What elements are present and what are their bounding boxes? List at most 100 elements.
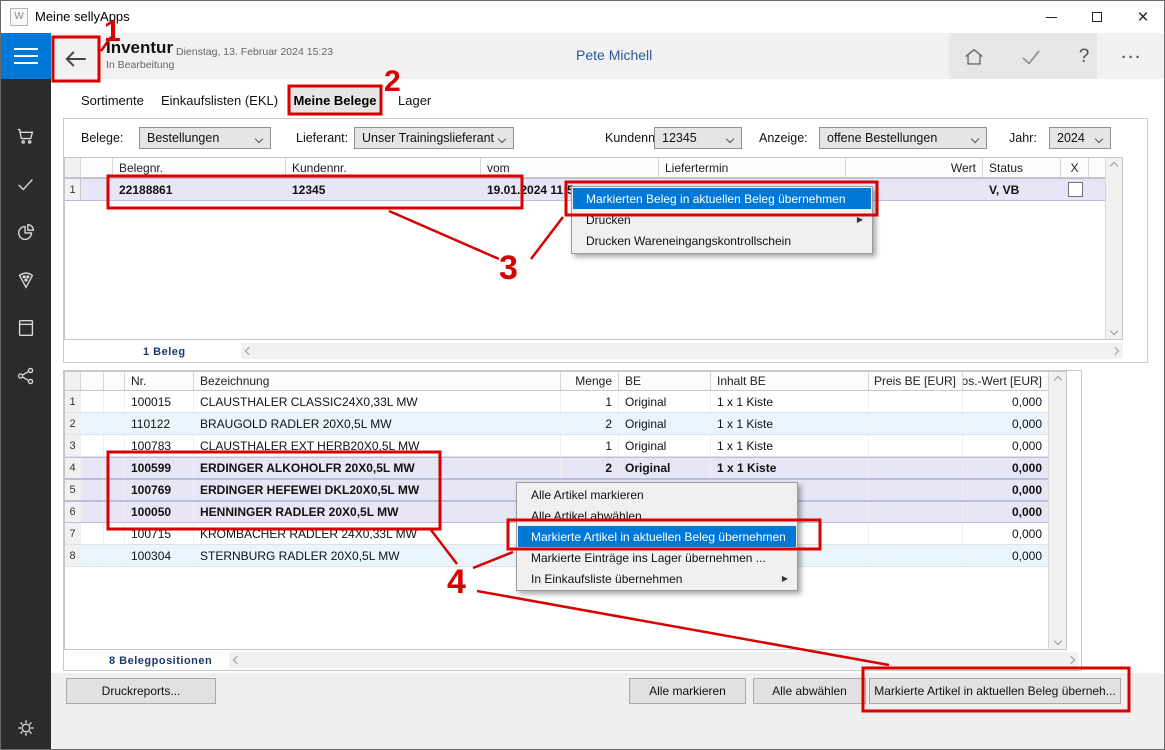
scroll-down-icon[interactable] <box>1053 637 1061 645</box>
col-kundennr[interactable]: Kundennr. <box>286 158 481 177</box>
menu-item-artikel-uebernehmen[interactable]: Markierte Artikel in aktuellen Beleg übe… <box>518 526 796 547</box>
cell-nr: 100769 <box>125 480 194 500</box>
app-window: W Meine sellyApps × In <box>0 0 1165 750</box>
tab-lager[interactable]: Lager <box>398 93 431 108</box>
cart-icon[interactable] <box>15 125 37 147</box>
cell-status: V, VB <box>983 179 1061 200</box>
page-title: Inventur <box>106 38 173 58</box>
cell-nr: 100783 <box>125 435 194 456</box>
minimize-button[interactable] <box>1028 1 1074 33</box>
chevron-down-icon <box>971 135 979 143</box>
book-icon[interactable] <box>15 317 37 339</box>
col-preis-be[interactable]: Preis BE [EUR] <box>869 372 963 390</box>
menu-item-drucken-wareneingang[interactable]: Drucken Wareneingangskontrollschein <box>573 231 871 252</box>
alle-markieren-button[interactable]: Alle markieren <box>629 678 746 704</box>
alle-abwaehlen-button[interactable]: Alle abwählen <box>753 678 866 704</box>
pizza-slice-icon[interactable] <box>15 269 37 291</box>
gear-icon[interactable] <box>15 717 37 739</box>
filter-belege-select[interactable]: Bestellungen <box>139 127 271 149</box>
menu-item-alle-markieren[interactable]: Alle Artikel markieren <box>518 484 796 505</box>
filter-anzeige-select[interactable]: offene Bestellungen <box>819 127 987 149</box>
cell-bezeichnung: ERDINGER ALKOHOLFR 20X0,5L MW <box>194 458 561 478</box>
col-wert[interactable]: Wert <box>846 158 983 177</box>
col-x[interactable]: X <box>1061 158 1089 177</box>
scroll-up-icon[interactable] <box>1110 162 1118 170</box>
menu-item-lager-uebernehmen[interactable]: Markierte Einträge ins Lager übernehmen … <box>518 547 796 568</box>
scroll-right-icon[interactable] <box>1067 656 1075 664</box>
filter-kundennr-select[interactable]: 12345 <box>654 127 742 149</box>
filter-lieferant-select[interactable]: Unser Trainingslieferant <box>354 127 514 149</box>
col-nr[interactable]: Nr. <box>125 372 194 390</box>
position-row-selected[interactable]: 4 100599 ERDINGER ALKOHOLFR 20X0,5L MW 2… <box>65 457 1066 479</box>
scroll-up-icon[interactable] <box>1053 376 1061 384</box>
row-number: 4 <box>65 458 81 478</box>
tab-sortimente[interactable]: Sortimente <box>81 93 144 108</box>
share-icon[interactable] <box>15 365 37 387</box>
beleg-context-menu: Markierten Beleg in aktuellen Beleg über… <box>571 186 873 254</box>
positionen-horizontal-scrollbar[interactable] <box>229 652 1079 668</box>
belege-horizontal-scrollbar[interactable] <box>241 343 1123 359</box>
scroll-left-icon[interactable] <box>245 347 253 355</box>
cell-preis <box>869 435 963 456</box>
filter-jahr-value: 2024 <box>1057 131 1085 145</box>
col-be[interactable]: BE <box>619 372 711 390</box>
menu-item-beleg-uebernehmen[interactable]: Markierten Beleg in aktuellen Beleg über… <box>573 188 871 209</box>
druckreports-button[interactable]: Druckreports... <box>66 678 216 704</box>
col-belegnr[interactable]: Belegnr. <box>113 158 286 177</box>
check-icon[interactable] <box>15 173 37 195</box>
tab-meine-belege[interactable]: Meine Belege <box>289 87 381 113</box>
col-liefertermin[interactable]: Liefertermin <box>659 158 846 177</box>
col-vom[interactable]: vom <box>481 158 659 177</box>
position-row[interactable]: 3 100783 CLAUSTHALER EXT HERB20X0,5L MW … <box>65 435 1066 457</box>
menu-item-label: Drucken <box>586 213 631 227</box>
cell-nr: 100050 <box>125 502 194 522</box>
cell-bezeichnung: CLAUSTHALER CLASSIC24X0,33L MW <box>194 391 561 412</box>
chevron-down-icon <box>726 135 734 143</box>
cell-be: Original <box>619 391 711 412</box>
col-inhalt-be[interactable]: Inhalt BE <box>711 372 869 390</box>
filter-kundennr-value: 12345 <box>662 131 697 145</box>
col-menge[interactable]: Menge <box>561 372 619 390</box>
position-row[interactable]: 1 100015 CLAUSTHALER CLASSIC24X0,33L MW … <box>65 391 1066 413</box>
confirm-check-icon[interactable] <box>1018 45 1044 69</box>
home-icon[interactable] <box>961 45 987 69</box>
uebernehmen-button[interactable]: Markierte Artikel in aktuellen Beleg übe… <box>869 678 1121 704</box>
scroll-down-icon[interactable] <box>1110 327 1118 335</box>
close-button[interactable]: × <box>1120 1 1165 33</box>
menu-item-einkaufsliste[interactable]: In Einkaufsliste übernehmen▶ <box>518 568 796 589</box>
positionen-vertical-scrollbar[interactable] <box>1048 372 1066 649</box>
belege-vertical-scrollbar[interactable] <box>1105 158 1122 339</box>
belege-table-header: Belegnr. Kundennr. vom Liefertermin Wert… <box>65 158 1122 178</box>
menu-item-drucken[interactable]: Drucken ▶ <box>573 209 871 230</box>
col-pos-wert[interactable]: Pos.-Wert [EUR] <box>963 372 1049 390</box>
col-bezeichnung[interactable]: Bezeichnung <box>194 372 561 390</box>
cell-bezeichnung: KROMBACHER RADLER 24X0,33L MW <box>194 523 561 544</box>
cell-preis <box>869 502 963 522</box>
menu-item-alle-abwaehlen[interactable]: Alle Artikel abwählen <box>518 505 796 526</box>
scroll-right-icon[interactable] <box>1111 347 1119 355</box>
col-status[interactable]: Status <box>983 158 1061 177</box>
position-row[interactable]: 2 110122 BRAUGOLD RADLER 20X0,5L MW 2 Or… <box>65 413 1066 435</box>
cell-bezeichnung: HENNINGER RADLER 20X0,5L MW <box>194 502 561 522</box>
row-number: 7 <box>65 523 81 544</box>
row-number: 8 <box>65 545 81 566</box>
row-checkbox[interactable] <box>1068 182 1083 197</box>
more-icon[interactable]: ··· <box>1119 45 1145 69</box>
menu-icon[interactable] <box>1 33 51 79</box>
filter-jahr-select[interactable]: 2024 <box>1049 127 1111 149</box>
cell-menge: 2 <box>561 413 619 434</box>
cell-preis <box>869 545 963 566</box>
help-icon[interactable]: ? <box>1071 45 1097 69</box>
chevron-down-icon <box>1095 135 1103 143</box>
tab-einkaufslisten[interactable]: Einkaufslisten (EKL) <box>161 93 278 108</box>
submenu-arrow-icon: ▶ <box>857 215 863 224</box>
maximize-button[interactable] <box>1074 1 1120 33</box>
page-datetime: Dienstag, 13. Februar 2024 15:23 <box>176 46 333 58</box>
submenu-arrow-icon: ▶ <box>782 574 788 583</box>
cell-nr: 100015 <box>125 391 194 412</box>
user-name[interactable]: Pete Michell <box>576 47 652 63</box>
scroll-left-icon[interactable] <box>233 656 241 664</box>
pie-chart-icon[interactable] <box>15 221 37 243</box>
back-button[interactable] <box>56 40 96 78</box>
cell-inhalt: 1 x 1 Kiste <box>711 413 869 434</box>
